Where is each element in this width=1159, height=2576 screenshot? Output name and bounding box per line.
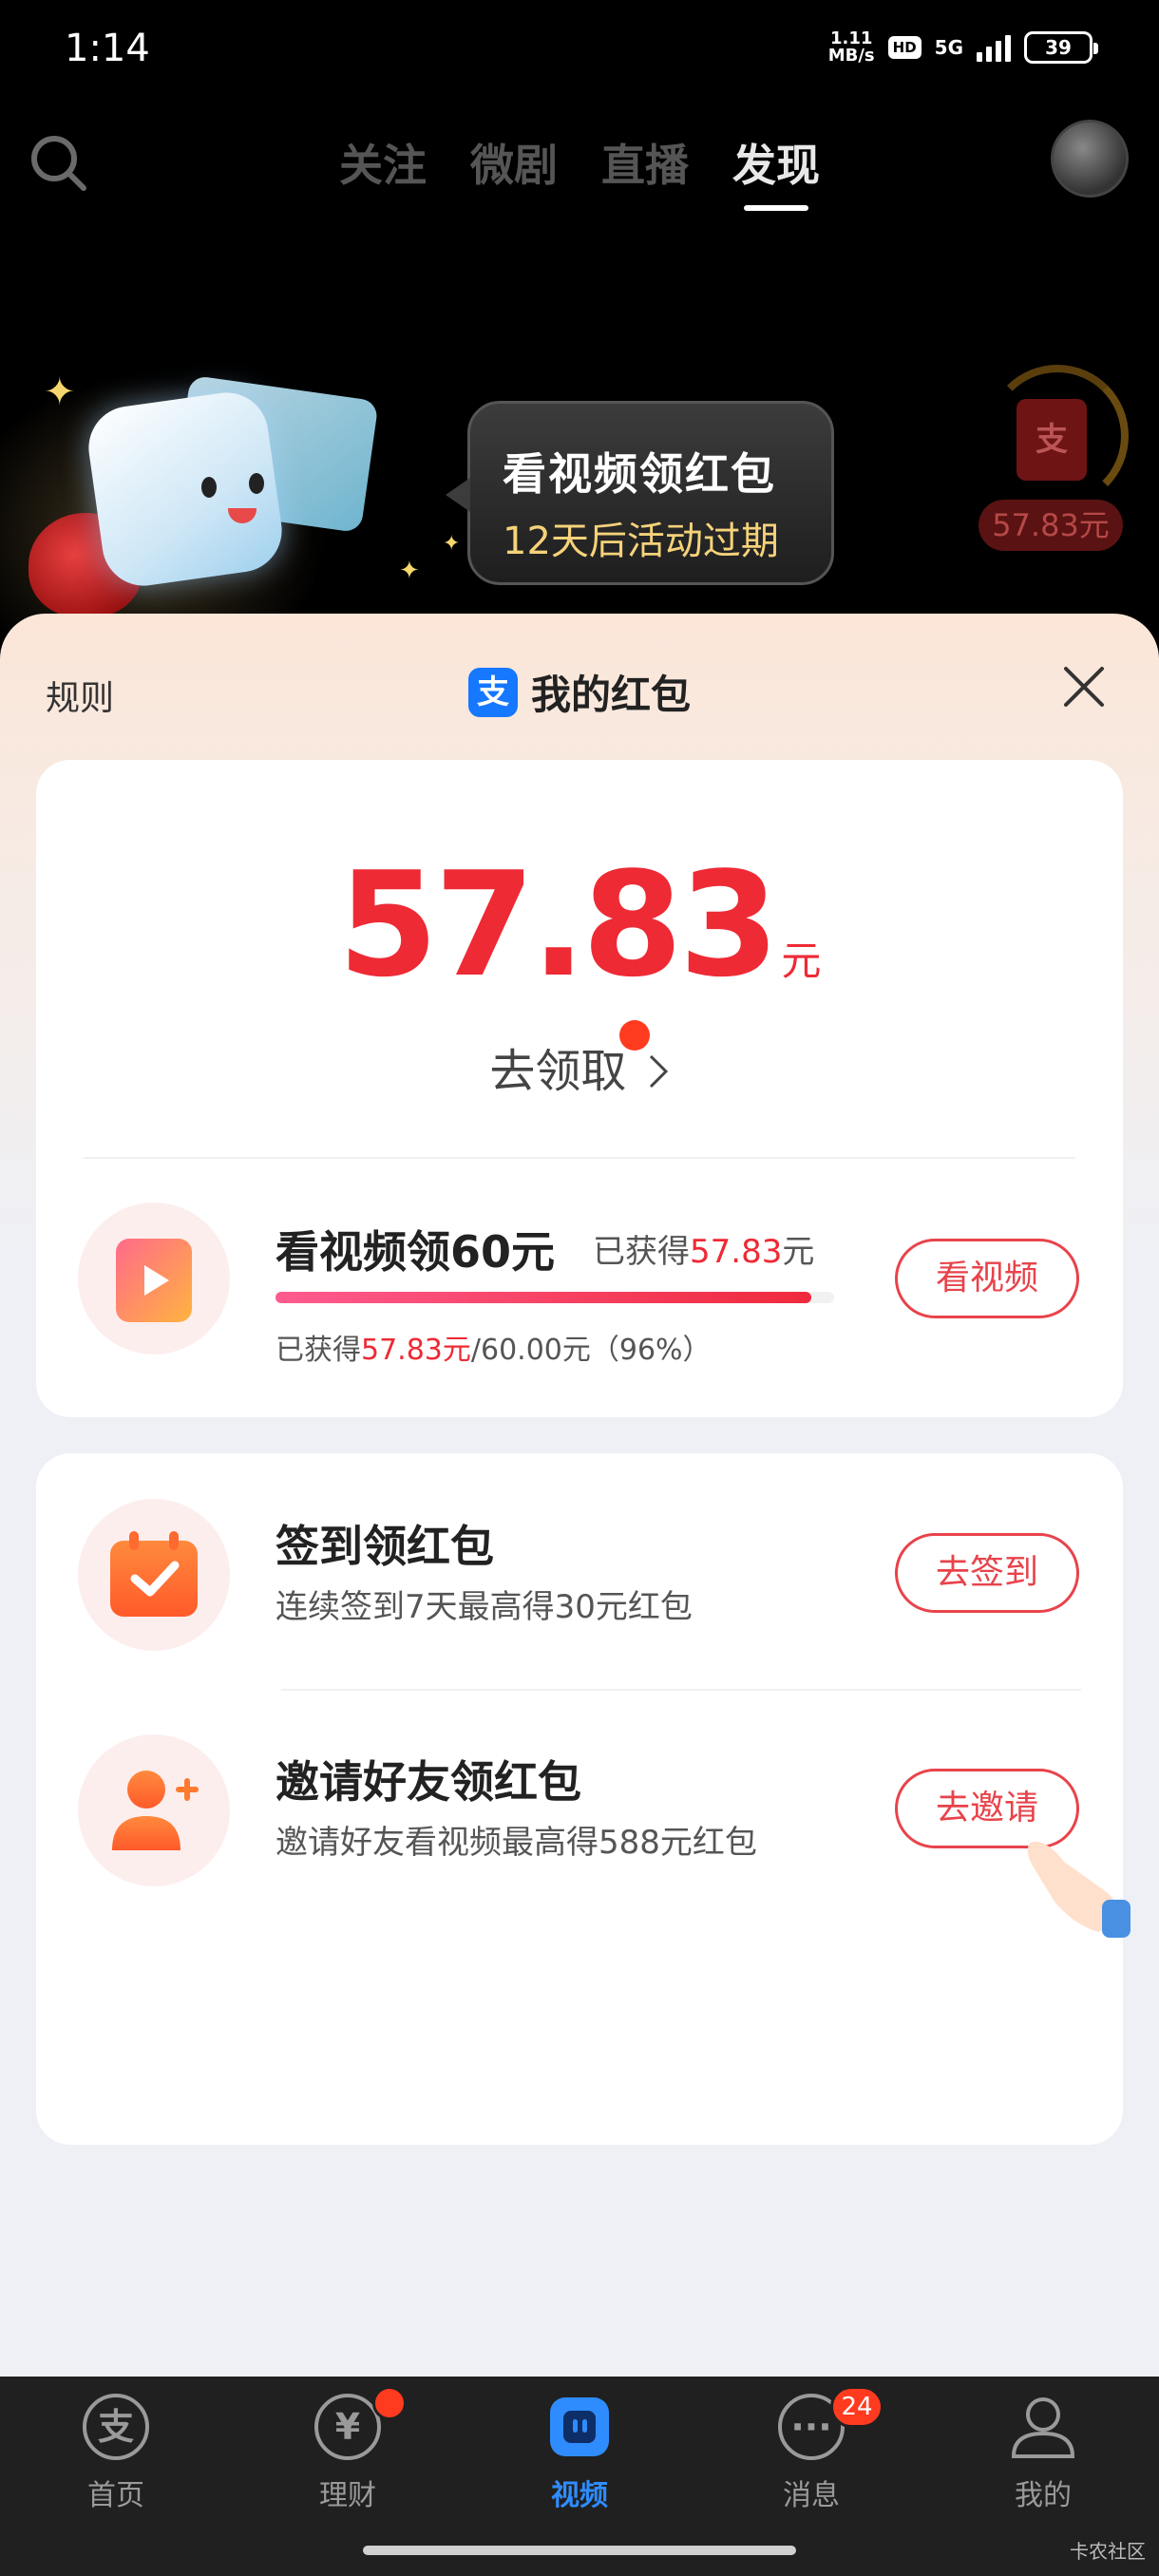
nav-video-label: 视频 (551, 2479, 608, 2512)
nav-video[interactable]: 视频 (504, 2394, 656, 2513)
watermark: 卡农社区 (1070, 2540, 1146, 2563)
video-task-earned: 已获得57.83元 (593, 1225, 814, 1272)
finance-badge-dot (372, 2386, 407, 2420)
nav-home[interactable]: 支 首页 (40, 2394, 192, 2513)
progress-value: 57.83元 (361, 1334, 471, 1367)
balance-value: 57.83 (337, 841, 780, 1009)
promo-subtitle: 12天后活动过期 (503, 520, 779, 563)
earned-prefix: 已获得 (593, 1233, 690, 1271)
invite-friend-icon (112, 1771, 199, 1850)
alipay-home-icon: 支 (83, 2394, 149, 2460)
video-task-title: 看视频领60元 (276, 1226, 556, 1278)
earned-value: 57.83 (690, 1233, 783, 1271)
progress-text: 已获得57.83元/60.00元（96%） (276, 1326, 712, 1368)
sparkle-icon: ✦ (443, 532, 461, 556)
invite-desc: 邀请好友看视频最高得588元红包 (276, 1824, 757, 1862)
chevron-right-icon (649, 1054, 668, 1089)
float-amount[interactable]: 57.83元 (978, 500, 1123, 551)
user-icon (1011, 2397, 1075, 2458)
checkin-title: 签到领红包 (276, 1521, 494, 1572)
divider (281, 1689, 1081, 1691)
network-type: 5G (934, 36, 963, 59)
nav-messages-label: 消息 (783, 2479, 840, 2512)
sparkle-icon: ✦ (44, 370, 76, 414)
tab-follow[interactable]: 关注 (339, 131, 427, 194)
nav-mine-label: 我的 (1015, 2479, 1072, 2512)
battery-icon: 39 (1024, 31, 1098, 64)
claim-label: 去领取 (489, 1045, 627, 1098)
earned-unit: 元 (782, 1233, 815, 1271)
pointing-hand-icon (1027, 1841, 1130, 1938)
balance-unit: 元 (781, 938, 822, 984)
tab-discover[interactable]: 发现 (732, 131, 820, 211)
claim-button[interactable]: 去领取 (0, 1033, 1159, 1100)
progress-rest: /60.00元（96%） (470, 1334, 712, 1367)
progress-fill (276, 1292, 811, 1303)
tab-live[interactable]: 直播 (601, 131, 689, 194)
play-video-icon (116, 1239, 192, 1322)
divider (84, 1157, 1075, 1159)
promo-title: 看视频领红包 (503, 448, 776, 500)
sparkle-icon: ✦ (399, 557, 420, 585)
balance-amount: 57.83 元 (0, 853, 1159, 997)
notification-dot (619, 1020, 650, 1051)
nav-home-label: 首页 (87, 2479, 144, 2512)
messages-badge: 24 (830, 2386, 884, 2428)
checkin-button[interactable]: 去签到 (895, 1533, 1079, 1613)
sheet-title-text: 我的红包 (530, 672, 691, 718)
home-indicator[interactable] (363, 2546, 796, 2555)
hd-badge: HD (887, 36, 922, 59)
checkin-desc: 连续签到7天最高得30元红包 (276, 1588, 693, 1626)
network-speed: 1.11 MB/s (828, 30, 875, 65)
close-icon[interactable] (1060, 663, 1108, 710)
video-tab-icon (550, 2397, 609, 2456)
finance-icon: ¥ (314, 2394, 381, 2460)
mascot-eye-left (201, 477, 217, 498)
signal-icon (977, 33, 1011, 62)
watch-video-button[interactable]: 看视频 (895, 1239, 1079, 1318)
top-tabs: 关注 微剧 直播 发现 (0, 131, 1159, 211)
status-icons: 1.11 MB/s HD 5G 39 (828, 30, 1098, 65)
mascot-eye-right (249, 473, 264, 494)
nav-mine[interactable]: 我的 (967, 2394, 1119, 2513)
tab-micro-drama[interactable]: 微剧 (470, 131, 558, 194)
red-envelope-icon[interactable]: 支 (1016, 399, 1087, 481)
sheet-title: 支 我的红包 (0, 663, 1159, 721)
invite-title: 邀请好友领红包 (276, 1756, 581, 1808)
alipay-icon: 支 (467, 667, 518, 717)
calendar-check-icon (110, 1531, 198, 1617)
nav-finance-label: 理财 (319, 2479, 376, 2512)
promo-bubble[interactable]: 看视频领红包 12天后活动过期 (446, 401, 834, 585)
avatar[interactable] (1051, 120, 1129, 198)
status-time: 1:14 (65, 27, 150, 70)
speed-unit: MB/s (827, 46, 875, 66)
progress-prefix: 已获得 (276, 1334, 361, 1367)
